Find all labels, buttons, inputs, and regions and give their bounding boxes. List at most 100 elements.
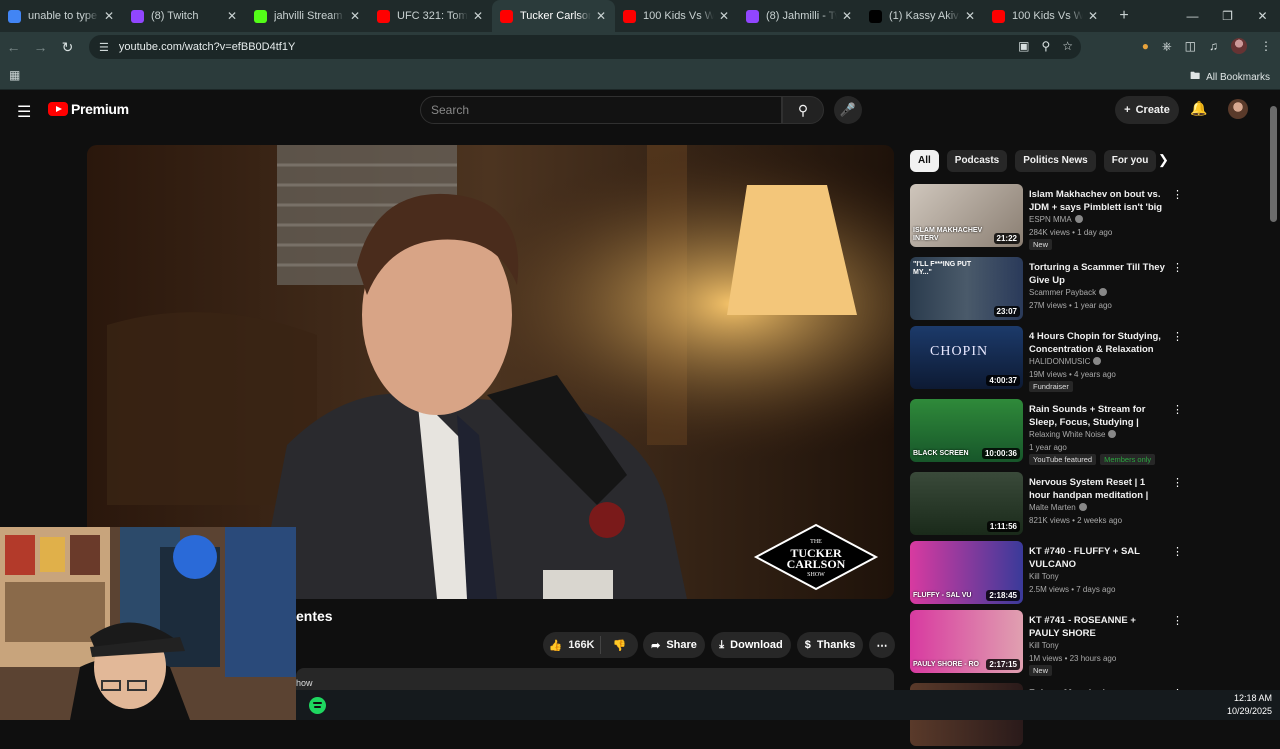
bookmark-star-icon[interactable]: ☆: [1062, 39, 1073, 53]
chip-politics-news[interactable]: Politics News: [1015, 150, 1096, 172]
status-badge: Members only: [1100, 454, 1156, 465]
more-options-icon[interactable]: ⋮: [1172, 403, 1183, 416]
view-meta: 284K views • 1 day ago: [1029, 228, 1113, 237]
channel-name[interactable]: Kill Tony: [1029, 572, 1059, 581]
tab-close-icon[interactable]: ✕: [841, 9, 853, 23]
like-button[interactable]: 👍 166K: [543, 636, 601, 654]
tab-close-icon[interactable]: ✕: [718, 9, 730, 23]
search-input[interactable]: Search: [420, 96, 782, 124]
close-window-icon[interactable]: ✕: [1245, 0, 1280, 32]
more-options-icon[interactable]: ⋮: [1172, 476, 1183, 489]
tab-close-icon[interactable]: ✕: [1087, 9, 1099, 23]
chip-podcasts[interactable]: Podcasts: [946, 150, 1008, 172]
browser-tab[interactable]: (8) Twitch ✕: [123, 0, 246, 32]
video-thumbnail[interactable]: BLACK SCREEN 10:00:36: [910, 399, 1023, 462]
more-options-icon[interactable]: ⋮: [1172, 261, 1183, 274]
download-button[interactable]: ⤓ Download: [711, 632, 791, 658]
video-thumbnail[interactable]: CHOPIN 4:00:37: [910, 326, 1023, 389]
apps-grid-icon[interactable]: ▦: [9, 68, 20, 82]
system-clock[interactable]: 12:18 AM 10/29/2025: [1227, 692, 1272, 718]
recommendation-title[interactable]: Rain Sounds + Stream for Sleep, Focus, S…: [1029, 403, 1167, 429]
tab-close-icon[interactable]: ✕: [472, 9, 484, 23]
create-button[interactable]: + Create: [1115, 96, 1179, 124]
address-bar[interactable]: ☰ youtube.com/watch?v=efBB0D4tf1Y ▣ ⚲ ☆: [89, 35, 1081, 59]
sidebar-icon[interactable]: ◫: [1185, 39, 1196, 53]
channel-name[interactable]: HALIDONMUSIC: [1029, 357, 1102, 366]
restore-icon[interactable]: ❐: [1210, 0, 1245, 32]
new-tab-icon[interactable]: +: [1111, 7, 1137, 25]
extensions-puzzle-icon[interactable]: ⎈: [1162, 39, 1172, 54]
scrollbar-thumb[interactable]: [1270, 106, 1277, 222]
youtube-logo[interactable]: Premium: [48, 101, 129, 117]
channel-name[interactable]: ESPN MMA: [1029, 215, 1083, 224]
tab-close-icon[interactable]: ✕: [964, 9, 976, 23]
browser-tab[interactable]: (1) Kassy Akiva on ✕: [861, 0, 984, 32]
recommendation-title[interactable]: KT #740 - FLUFFY + SAL VULCANO: [1029, 545, 1167, 571]
recommendation-item[interactable]: PAULY SHORE - RO 2:17:15 KT #741 - ROSEANN…: [910, 610, 1185, 676]
chevron-right-icon[interactable]: ❯: [1158, 152, 1169, 168]
media-controls-icon[interactable]: ♫: [1209, 39, 1218, 53]
site-info-icon[interactable]: ☰: [99, 41, 109, 54]
recommendation-title[interactable]: Islam Makhachev on bout vs. JDM + says P…: [1029, 188, 1167, 214]
tab-close-icon[interactable]: ✕: [349, 9, 361, 23]
description-box[interactable]: how: [296, 668, 894, 690]
more-options-icon[interactable]: ⋮: [1172, 545, 1183, 558]
voice-search-icon[interactable]: 🎤: [834, 96, 862, 124]
recommendation-item[interactable]: CHOPIN 4:00:37 4 Hours Chopin for Studying…: [910, 326, 1185, 392]
share-button[interactable]: ➦ Share: [643, 632, 705, 658]
tab-title: Tucker Carlson In: [520, 10, 591, 22]
spotify-icon[interactable]: [309, 697, 326, 714]
video-thumbnail[interactable]: 1:11:56: [910, 472, 1023, 535]
recommendation-item[interactable]: FLUFFY - SAL VU 2:18:45 KT #740 - FLUFFY +…: [910, 541, 1185, 607]
browser-tab[interactable]: unable to type in ✕: [0, 0, 123, 32]
recommendation-item[interactable]: BLACK SCREEN 10:00:36 Rain Sounds + Stream…: [910, 399, 1185, 465]
channel-name[interactable]: Kill Tony: [1029, 641, 1059, 650]
video-thumbnail[interactable]: ISLAM MAKHACHEV INTERV 21:22: [910, 184, 1023, 247]
browser-tab[interactable]: UFC 321: Tom Asp ✕: [369, 0, 492, 32]
browser-tab[interactable]: Tucker Carlson In ✕: [492, 0, 615, 32]
zoom-icon[interactable]: ⚲: [1041, 39, 1050, 53]
chrome-menu-icon[interactable]: ⋮: [1260, 39, 1272, 53]
extension-honey-icon[interactable]: ●: [1142, 39, 1149, 53]
tab-close-icon[interactable]: ✕: [226, 9, 238, 23]
page-scrollbar[interactable]: [1270, 98, 1277, 684]
video-thumbnail[interactable]: "I'LL F***ING PUT MY..." 23:07: [910, 257, 1023, 320]
chip-for-you[interactable]: For you: [1103, 150, 1157, 172]
more-options-icon[interactable]: ⋮: [1172, 330, 1183, 343]
more-options-icon[interactable]: ⋮: [1172, 614, 1183, 627]
recommendation-item[interactable]: ISLAM MAKHACHEV INTERV 21:22 Islam Makhach…: [910, 184, 1185, 250]
tab-close-icon[interactable]: ✕: [595, 9, 607, 23]
browser-tab[interactable]: (8) Jahmilli - Twit ✕: [738, 0, 861, 32]
recommendation-title[interactable]: 4 Hours Chopin for Studying, Concentrati…: [1029, 330, 1167, 356]
video-thumbnail[interactable]: PAULY SHORE - RO 2:17:15: [910, 610, 1023, 673]
minimize-icon[interactable]: —: [1175, 0, 1210, 32]
browser-tab[interactable]: 100 Kids Vs Worl ✕: [615, 0, 738, 32]
recommendation-title[interactable]: Torturing a Scammer Till They Give Up: [1029, 261, 1167, 287]
channel-name[interactable]: Malte Marten: [1029, 503, 1087, 512]
recommendation-title[interactable]: Nervous System Reset | 1 hour handpan me…: [1029, 476, 1167, 502]
thanks-button[interactable]: $ Thanks: [797, 632, 863, 658]
tab-close-icon[interactable]: ✕: [103, 9, 115, 23]
more-options-icon[interactable]: ⋮: [1172, 188, 1183, 201]
search-icon[interactable]: ⚲: [782, 96, 824, 124]
profile-avatar[interactable]: [1231, 38, 1247, 54]
channel-name[interactable]: Scammer Payback: [1029, 288, 1108, 297]
dislike-button[interactable]: 👎: [601, 639, 638, 652]
recommendation-title[interactable]: KT #741 - ROSEANNE + PAULY SHORE: [1029, 614, 1167, 640]
notifications-bell-icon[interactable]: 🔔: [1190, 100, 1207, 117]
account-avatar[interactable]: [1228, 99, 1248, 119]
back-icon[interactable]: ←: [0, 39, 27, 55]
reload-icon[interactable]: ↻: [54, 39, 81, 56]
recommendation-item[interactable]: 1:11:56 Nervous System Reset | 1 hour han…: [910, 472, 1185, 538]
install-app-icon[interactable]: ▣: [1018, 39, 1029, 53]
recommendation-item[interactable]: "I'LL F***ING PUT MY..." 23:07 Torturing a…: [910, 257, 1185, 323]
browser-tab[interactable]: 100 Kids Vs Worl ✕: [984, 0, 1107, 32]
chip-all[interactable]: All: [910, 150, 939, 172]
forward-icon[interactable]: →: [27, 39, 54, 55]
channel-name[interactable]: Relaxing White Noise: [1029, 430, 1117, 439]
video-thumbnail[interactable]: FLUFFY - SAL VU 2:18:45: [910, 541, 1023, 604]
all-bookmarks-button[interactable]: 🖿 All Bookmarks: [1190, 69, 1270, 86]
browser-tab[interactable]: jahvilli Stream - V ✕: [246, 0, 369, 32]
more-actions-button[interactable]: ⋯: [869, 632, 895, 658]
guide-menu-icon[interactable]: ☰: [17, 102, 31, 122]
